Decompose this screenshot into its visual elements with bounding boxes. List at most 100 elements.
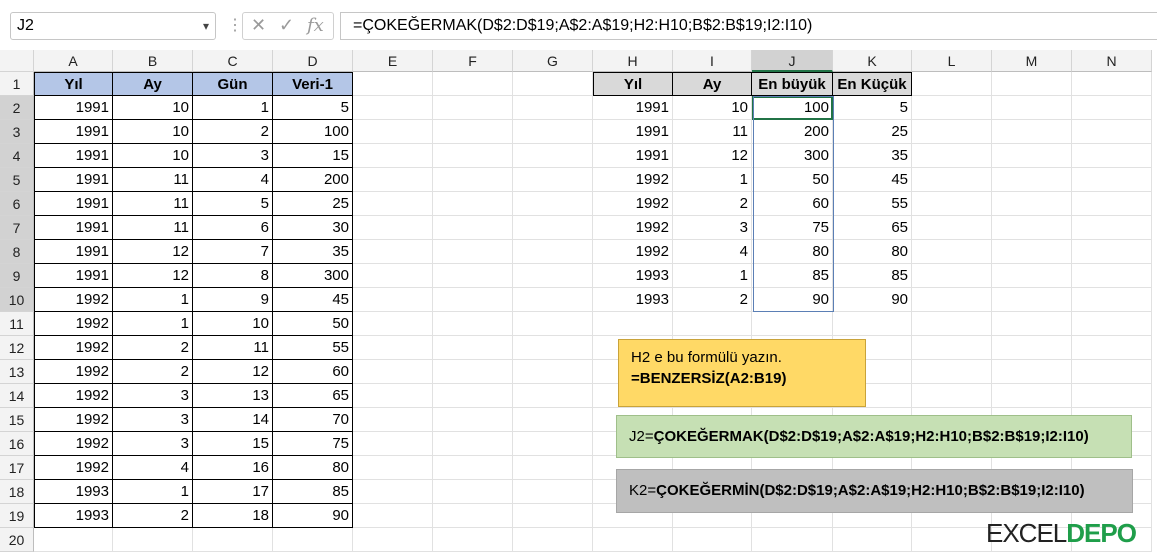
table-cell[interactable]: 35: [273, 240, 353, 264]
cell[interactable]: [992, 336, 1072, 360]
cell[interactable]: [353, 240, 433, 264]
table-cell[interactable]: 1992: [34, 432, 113, 456]
table-cell[interactable]: 12: [673, 144, 752, 168]
table-cell[interactable]: 12: [193, 360, 273, 384]
cell[interactable]: [353, 168, 433, 192]
table-cell[interactable]: 1: [113, 312, 193, 336]
check-icon[interactable]: ✓: [279, 15, 294, 36]
table-cell[interactable]: 60: [752, 192, 833, 216]
cell[interactable]: [433, 528, 513, 552]
table-cell[interactable]: 300: [273, 264, 353, 288]
table-cell[interactable]: 1991: [34, 144, 113, 168]
table-cell[interactable]: 1992: [593, 216, 673, 240]
cell[interactable]: [433, 408, 513, 432]
cell[interactable]: [992, 288, 1072, 312]
table-cell[interactable]: 2: [113, 504, 193, 528]
table-cell[interactable]: 3: [113, 408, 193, 432]
table-cell[interactable]: 25: [273, 192, 353, 216]
cell[interactable]: [1072, 288, 1152, 312]
table-cell[interactable]: 2: [193, 120, 273, 144]
table-cell[interactable]: 65: [833, 216, 912, 240]
cell[interactable]: [433, 384, 513, 408]
cell[interactable]: [113, 528, 193, 552]
table-cell[interactable]: 6: [193, 216, 273, 240]
row-header-1[interactable]: 1: [0, 72, 34, 96]
cell[interactable]: [433, 312, 513, 336]
cell[interactable]: [1072, 336, 1152, 360]
row-header-3[interactable]: 3: [0, 120, 34, 144]
column-header-j[interactable]: J: [752, 50, 833, 72]
cell[interactable]: [353, 456, 433, 480]
table-cell[interactable]: 1992: [34, 288, 113, 312]
table-cell[interactable]: 1992: [593, 240, 673, 264]
row-header-18[interactable]: 18: [0, 480, 34, 504]
cell[interactable]: [513, 528, 593, 552]
table-cell[interactable]: 90: [752, 288, 833, 312]
cell[interactable]: [433, 432, 513, 456]
table-cell[interactable]: 85: [833, 264, 912, 288]
cell[interactable]: [992, 72, 1072, 96]
table-cell[interactable]: 1991: [593, 96, 673, 120]
table-cell[interactable]: 45: [833, 168, 912, 192]
table-header-cell[interactable]: Yıl: [34, 72, 113, 96]
cell[interactable]: [433, 264, 513, 288]
row-header-10[interactable]: 10: [0, 288, 34, 312]
cell[interactable]: [513, 384, 593, 408]
cell[interactable]: [433, 192, 513, 216]
cell[interactable]: [912, 168, 992, 192]
table-cell[interactable]: 1991: [34, 192, 113, 216]
table-cell[interactable]: 4: [113, 456, 193, 480]
cell[interactable]: [513, 216, 593, 240]
table-cell[interactable]: 1993: [34, 480, 113, 504]
table-cell[interactable]: 90: [833, 288, 912, 312]
table-cell[interactable]: 12: [113, 240, 193, 264]
row-header-19[interactable]: 19: [0, 504, 34, 528]
column-header-a[interactable]: A: [34, 50, 113, 72]
row-header-2[interactable]: 2: [0, 96, 34, 120]
row-header-11[interactable]: 11: [0, 312, 34, 336]
formula-input[interactable]: =ÇOKEĞERMAK(D$2:D$19;A$2:A$19;H2:H10;B$2…: [340, 12, 1157, 40]
table-cell[interactable]: 17: [193, 480, 273, 504]
table-cell[interactable]: 11: [193, 336, 273, 360]
table-cell[interactable]: 85: [273, 480, 353, 504]
column-header-c[interactable]: C: [193, 50, 273, 72]
cell[interactable]: [513, 144, 593, 168]
cell[interactable]: [992, 384, 1072, 408]
column-header-n[interactable]: N: [1072, 50, 1152, 72]
column-header-e[interactable]: E: [353, 50, 433, 72]
table-cell[interactable]: 85: [752, 264, 833, 288]
table-cell[interactable]: 1993: [593, 264, 673, 288]
cell[interactable]: [353, 480, 433, 504]
cell[interactable]: [593, 312, 673, 336]
cell[interactable]: [912, 312, 992, 336]
table-cell[interactable]: 200: [273, 168, 353, 192]
cell[interactable]: [1072, 384, 1152, 408]
row-header-16[interactable]: 16: [0, 432, 34, 456]
cell[interactable]: [433, 72, 513, 96]
table-cell[interactable]: 8: [193, 264, 273, 288]
row-header-4[interactable]: 4: [0, 144, 34, 168]
table-cell[interactable]: 1991: [34, 240, 113, 264]
table-cell[interactable]: 75: [752, 216, 833, 240]
table-cell[interactable]: 1991: [34, 168, 113, 192]
table-cell[interactable]: 1992: [593, 192, 673, 216]
cell[interactable]: [912, 144, 992, 168]
cell[interactable]: [433, 336, 513, 360]
table-cell[interactable]: 55: [273, 336, 353, 360]
column-header-f[interactable]: F: [433, 50, 513, 72]
table-cell[interactable]: 1991: [34, 120, 113, 144]
cell[interactable]: [992, 312, 1072, 336]
table-cell[interactable]: 100: [752, 96, 833, 120]
cell[interactable]: [912, 360, 992, 384]
cell[interactable]: [912, 120, 992, 144]
table-cell[interactable]: 1: [673, 264, 752, 288]
row-header-17[interactable]: 17: [0, 456, 34, 480]
cell[interactable]: [513, 96, 593, 120]
cell[interactable]: [992, 240, 1072, 264]
cell[interactable]: [513, 240, 593, 264]
cell[interactable]: [353, 288, 433, 312]
column-header-h[interactable]: H: [593, 50, 673, 72]
more-options-icon[interactable]: ⋮: [227, 14, 243, 38]
cell[interactable]: [752, 312, 833, 336]
cell[interactable]: [353, 192, 433, 216]
